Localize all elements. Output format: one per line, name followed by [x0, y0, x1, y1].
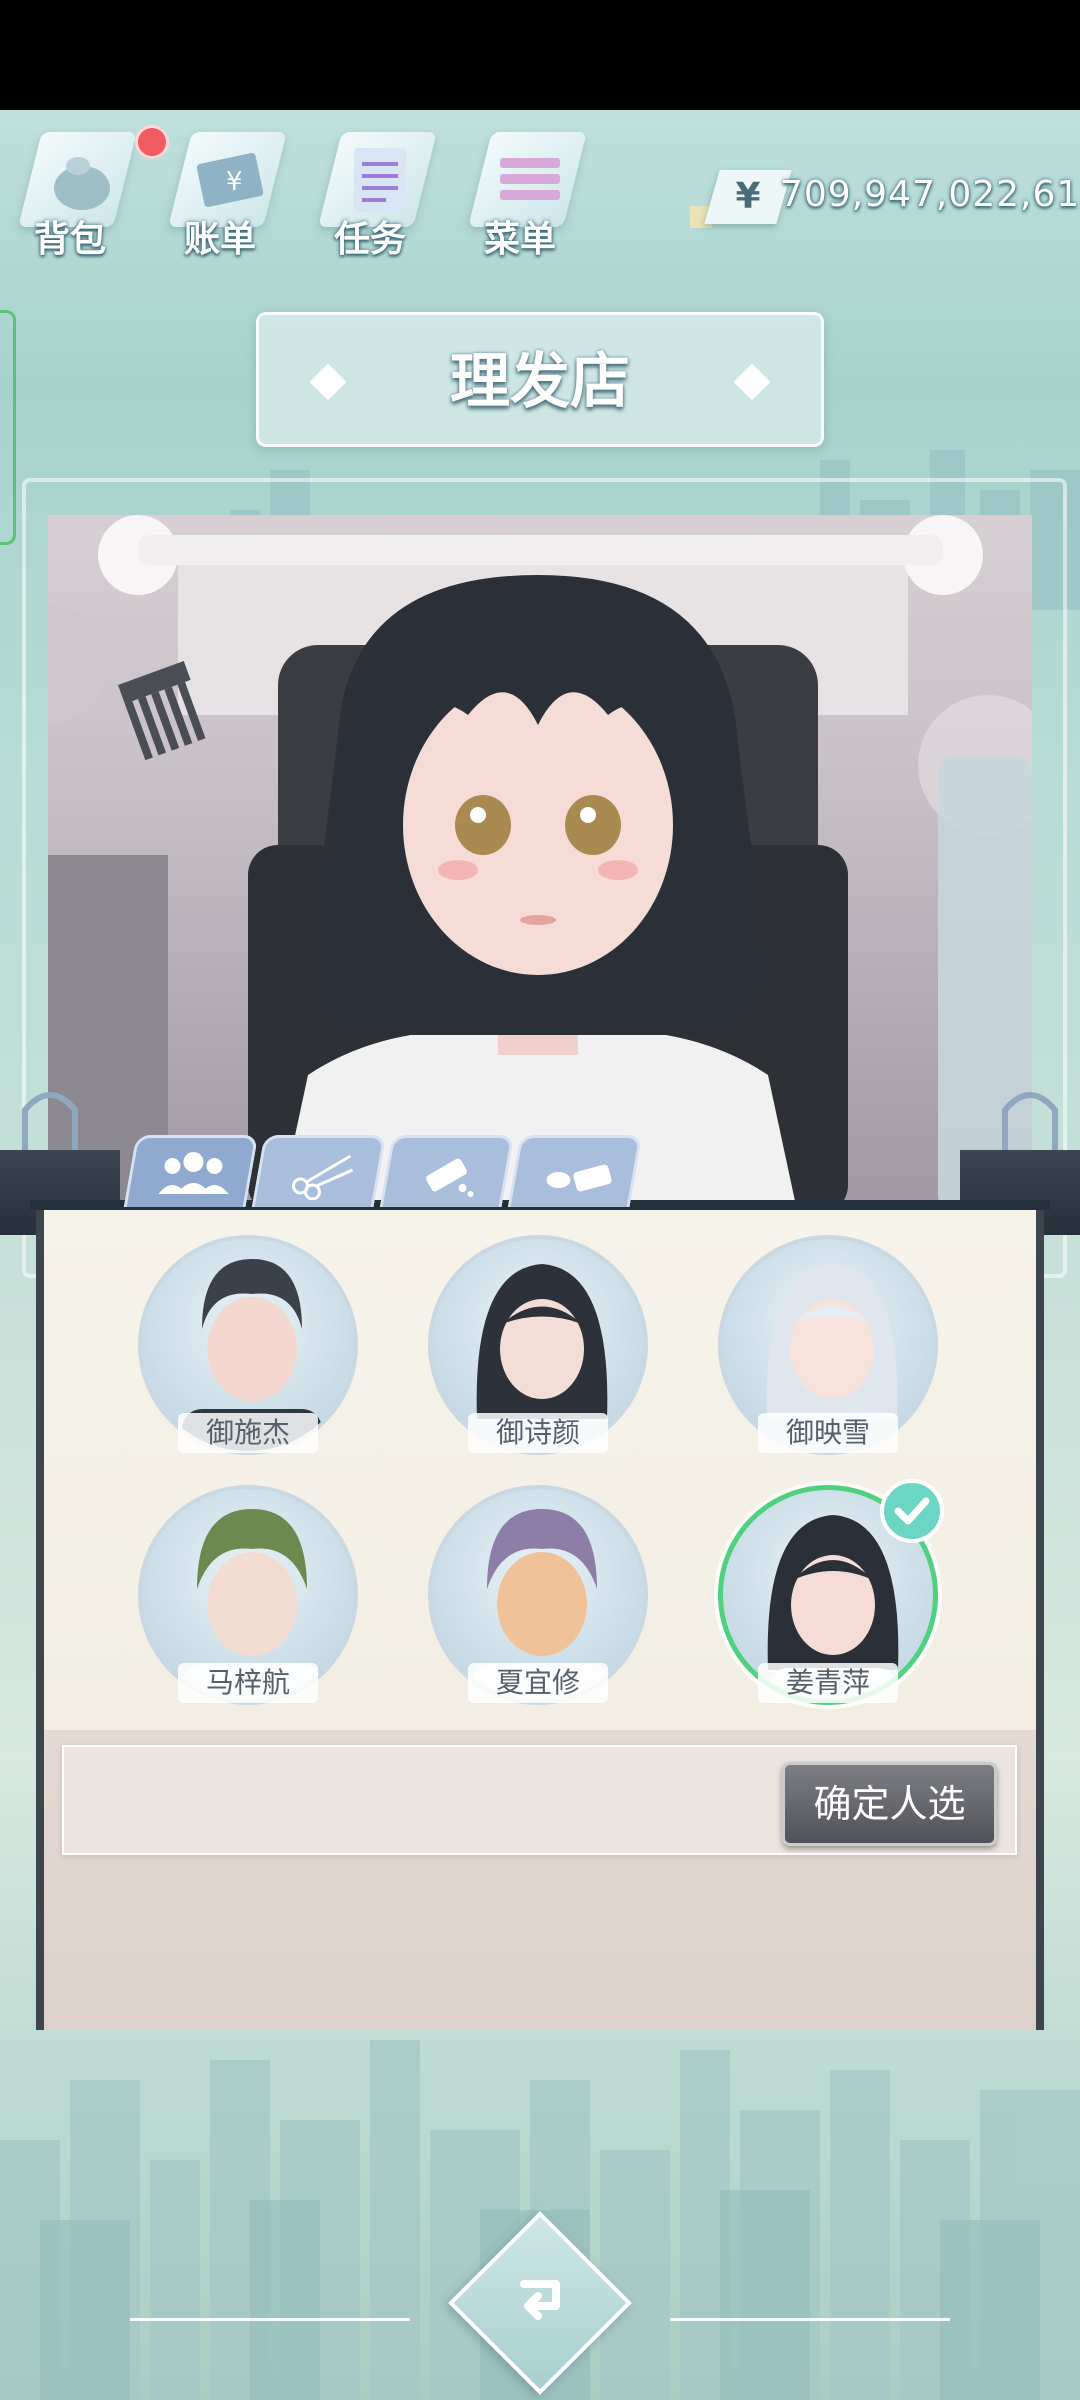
character-name: 御映雪 — [758, 1413, 898, 1453]
side-drawer-tab[interactable] — [0, 310, 16, 545]
task-button[interactable]: 任务 — [300, 120, 440, 270]
character-card[interactable]: 夏宜修 — [428, 1485, 648, 1715]
bill-icon: ¥ — [196, 152, 264, 208]
bag-label: 背包 — [34, 219, 107, 260]
character-card[interactable]: 御映雪 — [718, 1235, 938, 1465]
back-icon — [520, 2280, 560, 2320]
right-deco-line — [670, 2318, 950, 2321]
money-amount: 709,947,022,613 — [780, 174, 1080, 215]
character-card[interactable]: 御施杰 — [138, 1235, 358, 1465]
character-card[interactable]: 马梓航 — [138, 1485, 358, 1715]
currency-icon: ¥ — [704, 170, 792, 224]
scissors-icon — [291, 1154, 354, 1200]
selected-check-icon — [880, 1479, 944, 1543]
tab-characters[interactable] — [123, 1135, 259, 1207]
task-icon — [354, 148, 406, 212]
salon-scene — [48, 515, 1032, 1215]
status-bar — [0, 0, 1080, 110]
bill-button[interactable]: ¥ 账单 — [150, 120, 290, 270]
menu-label: 菜单 — [484, 219, 557, 260]
bill-label: 账单 — [184, 219, 257, 260]
character-name: 御诗颜 — [468, 1413, 608, 1453]
tab-hair-dye[interactable] — [379, 1135, 515, 1207]
menu-button[interactable]: 菜单 — [450, 120, 590, 270]
character-card[interactable]: 御诗颜 — [428, 1235, 648, 1465]
left-deco-line — [130, 2318, 410, 2321]
bag-button[interactable]: 背包 — [0, 120, 140, 270]
makeup-icon — [546, 1164, 612, 1192]
tab-makeup[interactable] — [507, 1135, 643, 1207]
money-display: ¥ 709,947,022,613 — [690, 168, 1080, 228]
tab-haircut[interactable] — [251, 1135, 387, 1207]
svg-text:¥: ¥ — [226, 167, 243, 197]
character-preview — [48, 515, 1032, 1215]
menu-icon — [500, 158, 560, 200]
people-icon — [158, 1152, 229, 1194]
paint-tube-icon — [426, 1158, 474, 1197]
character-name: 御施杰 — [178, 1413, 318, 1453]
character-name: 夏宜修 — [468, 1663, 608, 1703]
shop-title-plaque: 理发店 — [256, 312, 824, 447]
character-name: 马梓航 — [178, 1663, 318, 1703]
task-label: 任务 — [334, 219, 407, 260]
bag-icon — [54, 157, 110, 210]
character-card[interactable]: 姜青萍 — [718, 1479, 944, 1715]
confirm-selection-button[interactable]: 确定人选 — [782, 1762, 997, 1846]
character-name: 姜青萍 — [758, 1663, 898, 1703]
